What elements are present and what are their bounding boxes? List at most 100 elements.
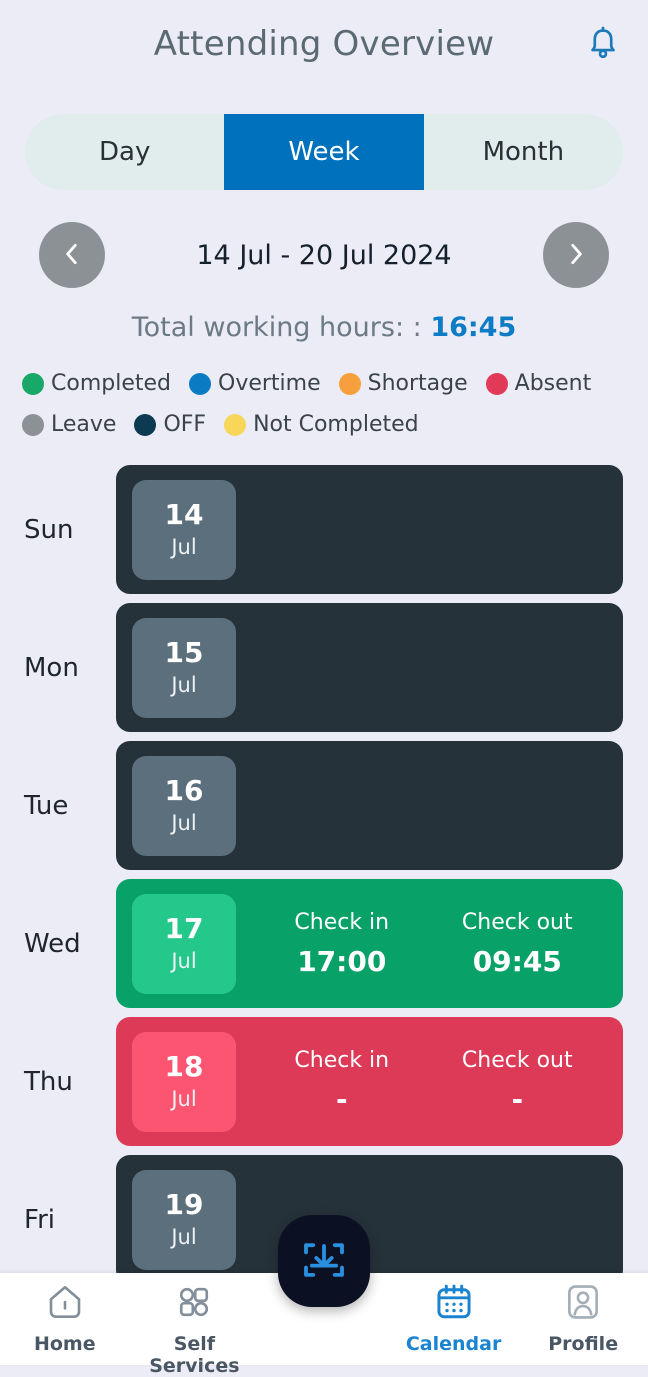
legend-item-shortage: Shortage xyxy=(338,371,468,396)
tab-day[interactable]: Day xyxy=(25,114,224,190)
date-chip-day: 18 xyxy=(164,1050,204,1084)
day-weekday-label: Tue xyxy=(24,790,69,821)
app-header: Attending Overview xyxy=(0,0,648,88)
day-row: Sun 14 Jul xyxy=(0,465,648,594)
view-mode-segmented-control[interactable]: Day Week Month xyxy=(25,114,623,190)
scan-check-in-button[interactable] xyxy=(278,1215,370,1307)
date-chip-day: 15 xyxy=(164,636,204,670)
total-hours-label: Total working hours: : xyxy=(131,312,431,343)
legend-item-overtime: Overtime xyxy=(189,371,321,396)
day-weekday-label: Wed xyxy=(24,928,81,959)
nav-label-self-services: Self Services xyxy=(149,1333,240,1377)
notifications-button[interactable] xyxy=(580,21,626,67)
check-out-column: Check out 09:45 xyxy=(462,910,573,978)
legend-dot-icon xyxy=(22,413,44,436)
legend-dot-icon xyxy=(485,372,508,395)
total-hours-value: 16:45 xyxy=(430,312,517,343)
day-weekday-label: Sun xyxy=(24,514,74,545)
check-in-value: 17:00 xyxy=(297,944,387,978)
home-icon xyxy=(44,1281,86,1327)
nav-label-calendar: Calendar xyxy=(405,1333,502,1355)
check-in-column: Check in - xyxy=(294,1048,389,1116)
legend-label: Overtime xyxy=(218,371,321,396)
nav-label-profile: Profile xyxy=(548,1333,619,1355)
day-weekday-label: Thu xyxy=(24,1066,73,1097)
nav-item-self-services[interactable]: Self Services xyxy=(130,1281,260,1377)
calendar-icon xyxy=(433,1281,475,1327)
legend-label: Leave xyxy=(51,412,117,437)
legend-dot-icon xyxy=(189,372,211,395)
day-card[interactable]: 15 Jul xyxy=(116,603,623,732)
date-chip-month: Jul xyxy=(171,534,197,559)
date-chip: 15 Jul xyxy=(132,617,236,718)
legend-label: OFF xyxy=(163,412,207,437)
date-chip: 17 Jul xyxy=(132,893,236,994)
day-card[interactable]: 14 Jul xyxy=(116,465,623,594)
legend-row-2: Leave OFF Not Completed xyxy=(22,412,626,437)
date-chip: 18 Jul xyxy=(132,1031,236,1132)
legend-row-1: Completed Overtime Shortage Absent xyxy=(22,371,626,396)
tab-month[interactable]: Month xyxy=(424,114,623,190)
day-weekday-label: Mon xyxy=(24,652,79,683)
check-in-label: Check in xyxy=(294,909,390,935)
date-chip-month: Jul xyxy=(171,1086,197,1111)
check-out-column: Check out - xyxy=(462,1048,573,1116)
date-chip-month: Jul xyxy=(171,810,197,835)
legend-label: Shortage xyxy=(367,371,468,396)
tab-week[interactable]: Week xyxy=(224,114,424,190)
date-range-label: 14 Jul - 20 Jul 2024 xyxy=(196,239,452,271)
date-chip-day: 17 xyxy=(164,912,204,946)
legend-dot-icon xyxy=(224,413,247,436)
date-chip-month: Jul xyxy=(171,1224,197,1249)
nav-label-home: Home xyxy=(33,1333,96,1355)
date-chip-day: 14 xyxy=(164,498,204,532)
date-chip-day: 19 xyxy=(164,1188,204,1222)
grid-apps-icon xyxy=(173,1281,215,1327)
legend-label: Absent xyxy=(514,371,592,396)
legend-label: Completed xyxy=(51,371,171,396)
check-times: Check in 17:00 Check out 09:45 xyxy=(236,910,623,978)
next-week-button[interactable] xyxy=(543,222,609,288)
scan-check-in-icon xyxy=(297,1233,351,1290)
user-profile-icon xyxy=(562,1281,604,1327)
check-out-value: 09:45 xyxy=(472,944,562,978)
date-chip: 19 Jul xyxy=(132,1169,236,1270)
legend-item-completed: Completed xyxy=(22,371,171,396)
date-chip-month: Jul xyxy=(171,672,197,697)
check-in-value: - xyxy=(335,1082,348,1116)
check-out-label: Check out xyxy=(461,909,573,935)
nav-item-profile[interactable]: Profile xyxy=(518,1281,648,1355)
legend-dot-icon xyxy=(338,372,361,395)
check-in-column: Check in 17:00 xyxy=(294,910,389,978)
legend-label: Not Completed xyxy=(253,412,419,437)
date-navigation: 14 Jul - 20 Jul 2024 xyxy=(0,220,648,290)
day-row: Tue 16 Jul xyxy=(0,741,648,870)
day-card[interactable]: 16 Jul xyxy=(116,741,623,870)
chevron-left-icon xyxy=(59,239,85,272)
check-out-label: Check out xyxy=(461,1047,573,1073)
legend-dot-icon xyxy=(134,413,157,436)
day-weekday-label: Fri xyxy=(24,1204,55,1235)
check-times: Check in - Check out - xyxy=(236,1048,623,1116)
day-row: Wed 17 Jul Check in 17:00 Check out 09:45 xyxy=(0,879,648,1008)
date-chip-day: 16 xyxy=(164,774,204,808)
status-legend: Completed Overtime Shortage Absent Leave OFF… xyxy=(22,371,626,437)
day-row: Mon 15 Jul xyxy=(0,603,648,732)
chevron-right-icon xyxy=(563,239,589,272)
day-card[interactable]: 17 Jul Check in 17:00 Check out 09:45 xyxy=(116,879,623,1008)
check-out-value: - xyxy=(511,1082,524,1116)
nav-item-home[interactable]: Home xyxy=(0,1281,130,1355)
legend-item-not-completed: Not Completed xyxy=(224,412,419,437)
previous-week-button[interactable] xyxy=(39,222,105,288)
attendance-day-list: Sun 14 Jul Mon 15 Jul Tue 16 Jul Wed 17 Jul Check in… xyxy=(0,465,648,1284)
day-row: Thu 18 Jul Check in - Check out - xyxy=(0,1017,648,1146)
day-card[interactable]: 18 Jul Check in - Check out - xyxy=(116,1017,623,1146)
legend-item-leave: Leave xyxy=(22,412,116,437)
legend-dot-icon xyxy=(22,372,44,395)
bell-icon xyxy=(586,24,620,65)
legend-item-absent: Absent xyxy=(485,371,592,396)
date-chip: 16 Jul xyxy=(132,755,236,856)
total-working-hours: Total working hours: : 16:45 xyxy=(0,312,648,343)
page-title: Attending Overview xyxy=(153,24,495,64)
nav-item-calendar[interactable]: Calendar xyxy=(389,1281,519,1355)
